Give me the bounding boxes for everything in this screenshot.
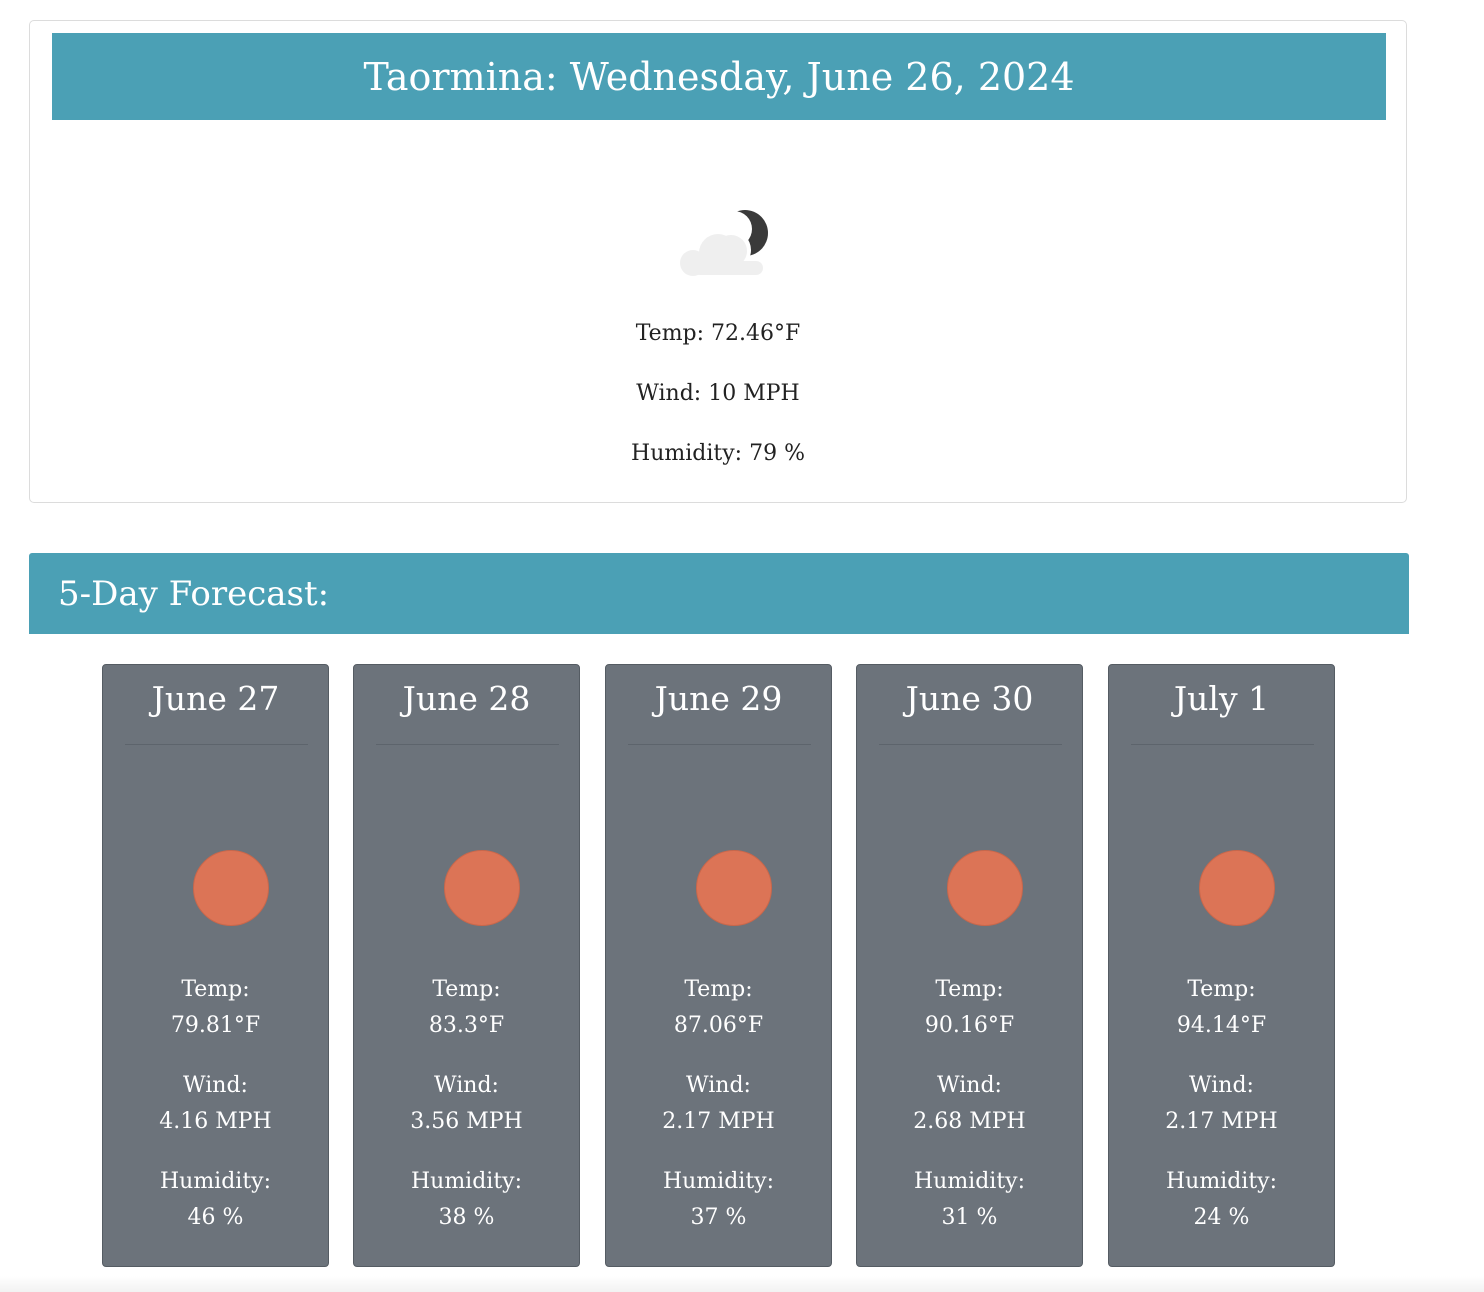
day-divider [1131, 744, 1314, 745]
day-wind-label: Wind: [434, 1073, 499, 1098]
day-humidity-label: Humidity: [410, 1169, 523, 1194]
day-wind: 4.16 MPH [159, 1109, 272, 1134]
bottom-edge [0, 1276, 1484, 1292]
day-divider [628, 744, 811, 745]
day-date: June 28 [402, 679, 531, 718]
forecast-day-card: June 29 Temp: 87.06°F Wind: 2.17 MPH Humidity… [605, 664, 832, 1267]
day-date: July 1 [1173, 679, 1270, 718]
day-temp: 83.3°F [428, 1013, 505, 1038]
sun-icon [1199, 850, 1275, 926]
day-temp: 90.16°F [924, 1013, 1015, 1038]
forecast-day-card: June 30 Temp: 90.16°F Wind: 2.68 MPH Humidity… [856, 664, 1083, 1267]
day-divider [879, 744, 1062, 745]
day-temp: 87.06°F [673, 1013, 764, 1038]
day-temp-label: Temp: [1187, 977, 1256, 1002]
current-temp: Temp: 72.46°F [635, 321, 801, 346]
sun-icon [193, 850, 269, 926]
day-divider [376, 744, 559, 745]
day-divider [125, 744, 308, 745]
current-weather-title: Taormina: Wednesday, June 26, 2024 [52, 33, 1386, 120]
day-temp-label: Temp: [935, 977, 1004, 1002]
sun-icon [696, 850, 772, 926]
forecast-day-card: June 28 Temp: 83.3°F Wind: 3.56 MPH Humidity:… [353, 664, 580, 1267]
day-wind-label: Wind: [183, 1073, 248, 1098]
day-date: June 30 [905, 679, 1034, 718]
day-temp-label: Temp: [181, 977, 250, 1002]
day-wind: 3.56 MPH [410, 1109, 523, 1134]
day-temp-label: Temp: [684, 977, 753, 1002]
day-temp-label: Temp: [432, 977, 501, 1002]
day-humidity-label: Humidity: [662, 1169, 775, 1194]
forecast-day-card: July 1 Temp: 94.14°F Wind: 2.17 MPH Humidity:… [1108, 664, 1335, 1267]
day-wind-label: Wind: [1189, 1073, 1254, 1098]
current-weather-card: Taormina: Wednesday, June 26, 2024 Temp:… [29, 20, 1407, 503]
day-humidity: 24 % [1193, 1205, 1250, 1230]
day-wind: 2.17 MPH [1165, 1109, 1278, 1134]
day-wind: 2.17 MPH [662, 1109, 775, 1134]
day-temp: 79.81°F [170, 1013, 261, 1038]
day-date: June 29 [654, 679, 783, 718]
partly-cloudy-night-icon [670, 201, 770, 279]
day-wind-label: Wind: [937, 1073, 1002, 1098]
day-humidity-label: Humidity: [1165, 1169, 1278, 1194]
sun-icon [947, 850, 1023, 926]
day-wind-label: Wind: [686, 1073, 751, 1098]
day-date: June 27 [151, 679, 280, 718]
day-humidity-label: Humidity: [159, 1169, 272, 1194]
forecast-title: 5-Day Forecast: [29, 553, 1409, 634]
day-humidity: 46 % [187, 1205, 244, 1230]
current-humidity: Humidity: 79 % [631, 441, 805, 466]
day-humidity: 38 % [438, 1205, 495, 1230]
day-humidity: 31 % [941, 1205, 998, 1230]
day-humidity: 37 % [690, 1205, 747, 1230]
day-wind: 2.68 MPH [913, 1109, 1026, 1134]
current-wind: Wind: 10 MPH [636, 381, 800, 406]
day-temp: 94.14°F [1176, 1013, 1267, 1038]
day-humidity-label: Humidity: [913, 1169, 1026, 1194]
sun-icon [444, 850, 520, 926]
forecast-day-card: June 27 Temp: 79.81°F Wind: 4.16 MPH Humidity… [102, 664, 329, 1267]
